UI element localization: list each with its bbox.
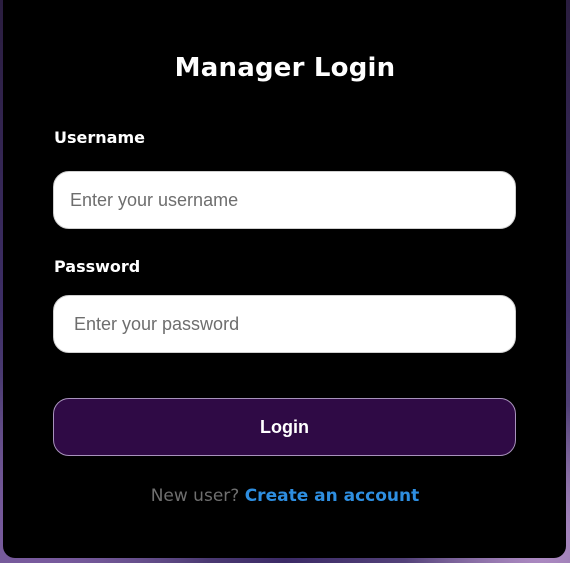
username-label: Username [54, 128, 145, 147]
signup-prompt: New user? Create an account [0, 486, 570, 506]
create-account-link[interactable]: Create an account [245, 486, 420, 506]
signup-prefix-text: New user? [150, 486, 240, 506]
login-card [3, 0, 566, 558]
password-label: Password [54, 257, 141, 276]
page-title: Manager Login [174, 53, 396, 83]
password-input[interactable] [53, 295, 516, 353]
username-input[interactable] [53, 171, 516, 229]
login-button[interactable]: Login [53, 398, 516, 456]
